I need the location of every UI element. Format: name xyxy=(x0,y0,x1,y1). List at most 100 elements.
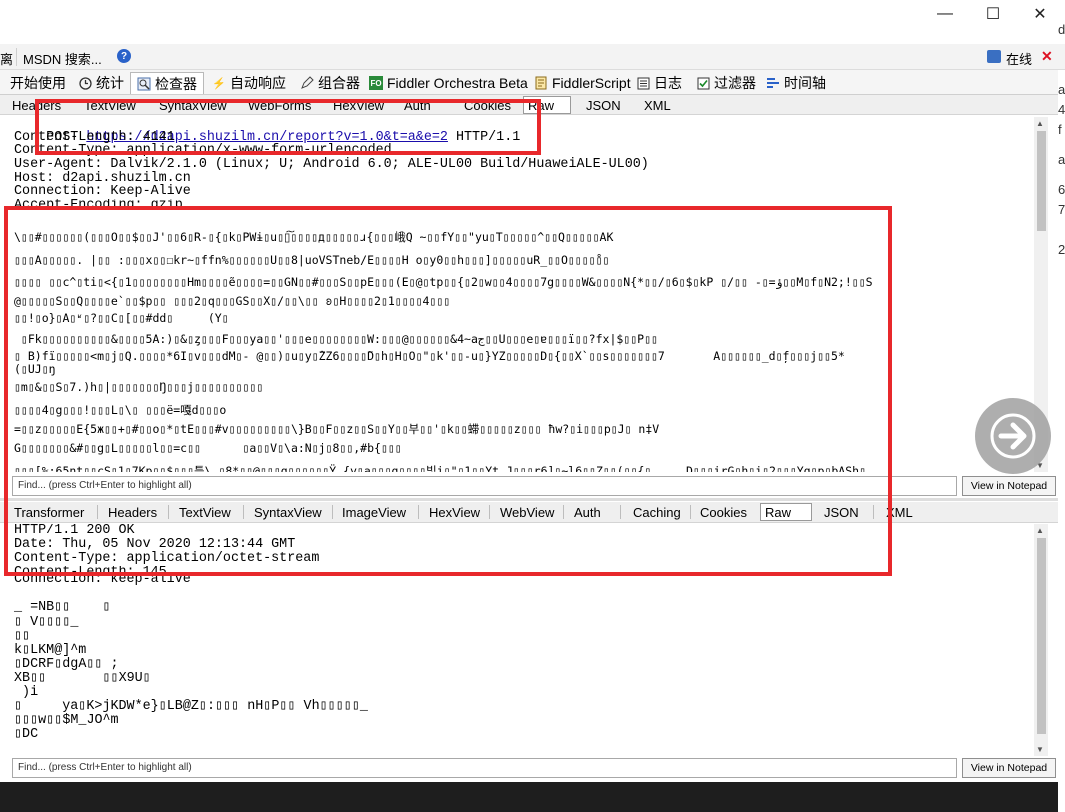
request-raw-view[interactable]: POST https://d2api.shuzilm.cn/report?v=1… xyxy=(12,117,1048,472)
inspector-icon xyxy=(137,77,151,91)
edge-glyph: d xyxy=(1058,22,1065,37)
response-find-bar: Find... (press Ctrl+Enter to highlight a… xyxy=(12,758,1056,778)
response-raw-view[interactable]: HTTP/1.1 200 OK Date: Thu, 05 Nov 2020 1… xyxy=(12,524,1048,756)
resp-tab-transformer[interactable]: Transformer xyxy=(10,503,88,521)
request-body: \▯▯#▯▯▯▯▯▯(▯▯▯O▯▯$▯▯J'▯▯6▯R-▯{▯k▯PWɨ▯u▯▯… xyxy=(14,226,1034,472)
body-line: ▯▯!▯o}▯A▯ʶ▯?▯▯C▯[▯▯#dd▯ (Y▯ xyxy=(14,310,229,325)
request-view-in-notepad-button[interactable]: View in Notepad xyxy=(962,476,1056,496)
req-tab-auth[interactable]: Auth xyxy=(400,96,435,114)
response-line: k▯LKM@]^m xyxy=(14,642,87,658)
quick-toolbar: 离 MSDN 搜索... ? 在线 ✕ xyxy=(0,44,1065,70)
response-line: ▯▯ xyxy=(14,628,31,644)
req-tab-textview[interactable]: TextView xyxy=(80,96,140,114)
req-tab-json[interactable]: JSON xyxy=(582,96,625,114)
response-line: _ =NB▯▯ ▯ xyxy=(14,600,111,616)
resp-tab-webview[interactable]: WebView xyxy=(496,503,558,521)
response-line: ▯DC xyxy=(14,727,39,743)
tab-inspectors[interactable]: 检查器 xyxy=(130,72,204,94)
req-tab-hexview[interactable]: HexView xyxy=(329,96,388,114)
body-line: ▯Fk▯▯▯▯▯▯▯▯▯▯&▯▯▯▯5A:)▯&▯ȥ▯▯▯F▯▯▯ya▯▯'▯▯… xyxy=(14,331,658,346)
edge-glyph: a xyxy=(1058,82,1065,97)
tab-get-started[interactable]: 开始使用 xyxy=(4,72,72,94)
resp-tab-syntaxview[interactable]: SyntaxView xyxy=(250,503,326,521)
body-line: =▯▯z▯▯▯▯▯E{5ж▯▯+▯#▯▯o▯*▯tE▯▯▯#v▯▯▯▯▯▯▯▯▯… xyxy=(14,422,660,436)
help-circle-icon[interactable]: ? xyxy=(117,49,131,63)
resp-tab-raw[interactable]: Raw xyxy=(760,503,812,521)
timeline-icon xyxy=(766,76,780,90)
clock-icon xyxy=(78,76,92,90)
resp-tab-imageview[interactable]: ImageView xyxy=(338,503,410,521)
response-view-in-notepad-button[interactable]: View in Notepad xyxy=(962,758,1056,778)
response-line: )i xyxy=(14,685,39,701)
tab-filters[interactable]: 过滤器 xyxy=(690,72,762,94)
response-scrollbar[interactable]: ▲ ▼ xyxy=(1034,524,1048,756)
response-line: Date: Thu, 05 Nov 2020 12:13:44 GMT xyxy=(14,537,296,553)
response-line: ▯▯▯w▯▯$M_JO^m xyxy=(14,713,119,729)
scroll-up-icon[interactable]: ▲ xyxy=(1036,119,1044,128)
tab-label: 时间轴 xyxy=(784,75,826,91)
resp-tab-caching[interactable]: Caching xyxy=(629,503,685,521)
resp-tab-cookies[interactable]: Cookies xyxy=(696,503,751,521)
resp-tab-hexview[interactable]: HexView xyxy=(425,503,484,521)
scroll-thumb[interactable] xyxy=(1037,538,1046,734)
tab-statistics[interactable]: 统计 xyxy=(72,72,130,94)
resp-tab-auth[interactable]: Auth xyxy=(570,503,605,521)
req-tab-raw[interactable]: Raw xyxy=(523,96,571,114)
resp-tab-textview[interactable]: TextView xyxy=(175,503,235,521)
body-line: @▯▯▯▯▯S▯▯Q▯▯▯▯e`▯▯$p▯▯ ▯▯▯2▯q▯▯▯GS▯▯X▯/▯… xyxy=(14,293,451,308)
header-line: Connection: Keep-Alive xyxy=(14,184,191,200)
req-tab-cookies[interactable]: Cookies xyxy=(460,96,515,114)
body-line: ▯▯▯▯4▯g▯▯▯!▯▯▯L▯\▯ ▯▯▯ë=嘎d▯▯▯o xyxy=(14,402,227,417)
edge-glyph: a xyxy=(1058,152,1065,167)
scroll-up-icon[interactable]: ▲ xyxy=(1036,526,1044,535)
scroll-thumb[interactable] xyxy=(1037,131,1046,231)
edge-glyph: 4 xyxy=(1058,102,1065,117)
resp-tab-json[interactable]: JSON xyxy=(820,503,863,521)
tab-label: 统计 xyxy=(96,75,124,91)
minimize-button[interactable]: — xyxy=(922,0,968,28)
req-tab-headers[interactable]: Headers xyxy=(8,96,65,114)
close-window-button[interactable]: ✕ xyxy=(1017,0,1063,28)
tab-fiddler-orchestra[interactable]: FO Fiddler Orchestra Beta xyxy=(363,72,534,94)
arrow-right-icon xyxy=(990,413,1036,459)
fo-icon: FO xyxy=(369,76,383,90)
request-find-input[interactable]: Find... (press Ctrl+Enter to highlight a… xyxy=(12,476,957,496)
pane-splitter[interactable] xyxy=(0,498,1058,501)
header-line: Content-Length: 4141 xyxy=(14,129,175,145)
request-inspector-tabs: Headers TextView SyntaxView WebForms Hex… xyxy=(0,95,1058,115)
header-line: User-Agent: Dalvik/2.1.0 (Linux; U; Andr… xyxy=(14,157,649,173)
body-line: \▯▯#▯▯▯▯▯▯(▯▯▯O▯▯$▯▯J'▯▯6▯R-▯{▯k▯PWɨ▯u▯▯… xyxy=(14,230,614,244)
req-tab-syntaxview[interactable]: SyntaxView xyxy=(155,96,231,114)
tab-composer[interactable]: 组合器 xyxy=(294,72,366,94)
response-find-input[interactable]: Find... (press Ctrl+Enter to highlight a… xyxy=(12,758,957,778)
req-tab-xml[interactable]: XML xyxy=(640,96,675,114)
msdn-search-button[interactable]: MSDN 搜索... xyxy=(23,49,102,68)
maximize-button[interactable]: ☐ xyxy=(970,0,1016,28)
edge-glyph: f xyxy=(1058,122,1062,137)
tab-timeline[interactable]: 时间轴 xyxy=(760,72,832,94)
resp-tab-xml[interactable]: XML xyxy=(882,503,917,521)
status-bar xyxy=(0,782,1058,812)
tab-fiddlerscript[interactable]: FiddlerScript xyxy=(528,72,637,94)
online-icon xyxy=(987,50,1001,63)
body-line: ▯ B)fï▯▯▯▯▯<m▯j▯Q.▯▯▯▯*6I▯v▯▯▯dM▯- @▯▯)▯… xyxy=(14,350,845,363)
tab-autoresponder[interactable]: ⚡ 自动响应 xyxy=(206,72,292,94)
response-line: Connection: keep-alive xyxy=(14,572,191,588)
edge-glyph: 7 xyxy=(1058,202,1065,217)
response-line: Content-Type: application/octet-stream xyxy=(14,551,320,567)
tab-label: 过滤器 xyxy=(714,75,756,91)
body-line: ▯▯▯A▯▯▯▯▯. |▯▯ :▯▯▯x▯▯☐kr~▯ffn%▯▯▯▯▯▯U▯▯… xyxy=(14,252,610,267)
lightning-icon: ⚡ xyxy=(212,77,226,90)
tab-label: Fiddler Orchestra Beta xyxy=(387,75,528,91)
log-icon xyxy=(636,76,650,90)
close-online-icon[interactable]: ✕ xyxy=(1041,48,1053,65)
tab-log[interactable]: 日志 xyxy=(630,72,688,94)
http-version: HTTP/1.1 xyxy=(447,129,521,145)
scroll-down-icon[interactable]: ▼ xyxy=(1036,745,1044,754)
req-tab-webforms[interactable]: WebForms xyxy=(244,96,315,114)
response-line: HTTP/1.1 200 OK xyxy=(14,524,135,538)
online-button[interactable]: 在线 xyxy=(1006,49,1032,68)
resp-tab-headers[interactable]: Headers xyxy=(104,503,161,521)
next-arrow-button[interactable] xyxy=(975,398,1051,474)
compose-icon xyxy=(300,76,314,90)
